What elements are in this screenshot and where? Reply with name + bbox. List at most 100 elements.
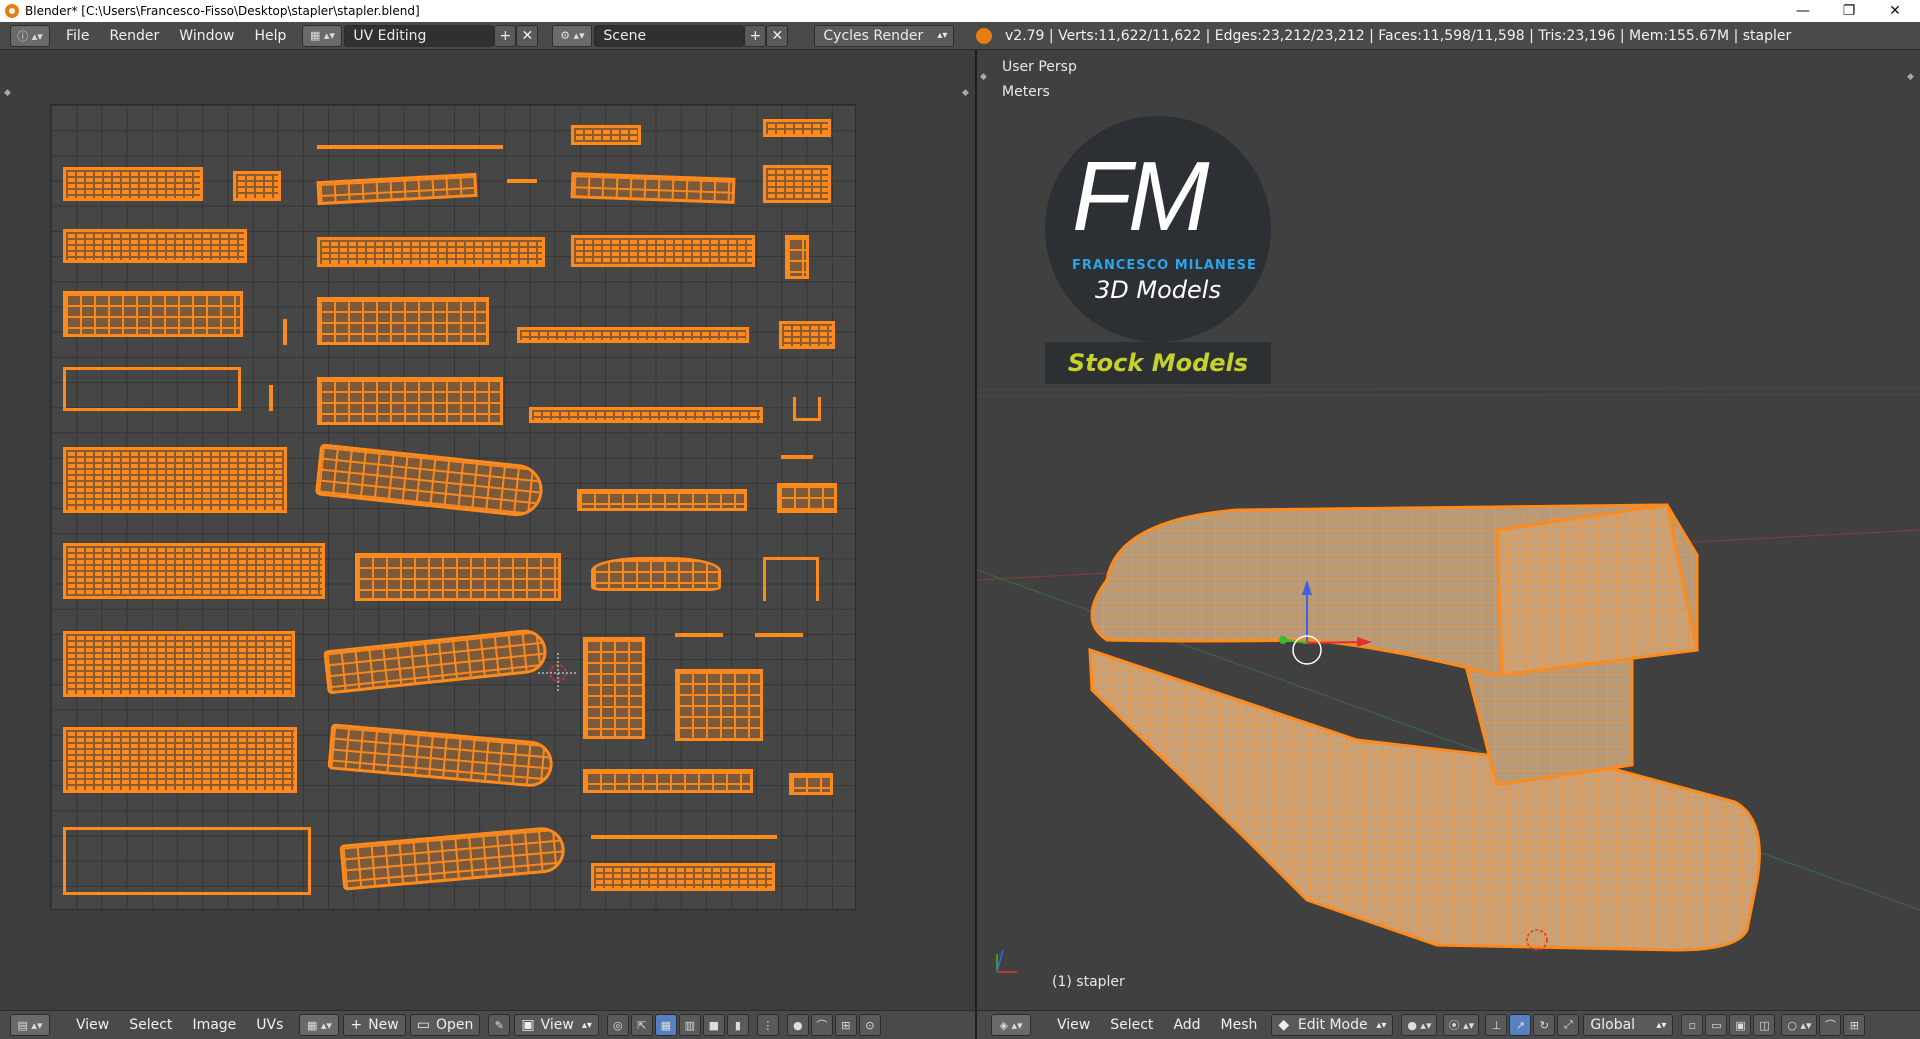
uv-island[interactable] xyxy=(507,179,537,183)
uv-island[interactable] xyxy=(314,443,546,519)
open-image-button[interactable]: ▭ Open xyxy=(409,1014,481,1036)
translate-manipulator-icon[interactable]: ↗ xyxy=(1509,1014,1532,1036)
uv-island[interactable] xyxy=(583,637,645,739)
uv-island[interactable] xyxy=(763,119,831,137)
uv-menu-select[interactable]: Select xyxy=(119,1017,182,1033)
uv-island[interactable] xyxy=(675,633,723,637)
uv-island[interactable] xyxy=(570,172,736,204)
uv-island[interactable] xyxy=(327,723,555,789)
uv-island[interactable] xyxy=(355,553,561,601)
scene-selector[interactable]: Scene xyxy=(594,24,745,47)
uv-island[interactable] xyxy=(675,669,763,741)
snap-element-icon[interactable]: ⊞ xyxy=(834,1014,857,1036)
edge-select-mode-icon[interactable]: ▭ xyxy=(1705,1014,1728,1036)
uv-island[interactable] xyxy=(233,171,281,201)
scene-browse-icon[interactable]: ⚙ ▴▾ xyxy=(552,24,593,47)
uv-image-editor[interactable]: ◆ ◆ xyxy=(0,50,975,1010)
uv-editor-type-icon[interactable]: ▤ ▴▾ xyxy=(10,1014,50,1036)
snap-toggle-icon[interactable]: ⌒ xyxy=(1819,1014,1842,1036)
view3d-menu-select[interactable]: Select xyxy=(1100,1017,1163,1033)
uv-island[interactable] xyxy=(781,455,813,459)
uv-island[interactable] xyxy=(316,172,478,206)
occlude-geometry-icon[interactable]: ◫ xyxy=(1753,1014,1776,1036)
layout-remove-icon[interactable]: ✕ xyxy=(516,24,539,47)
uv-island[interactable] xyxy=(571,125,641,145)
uv-island[interactable] xyxy=(63,727,297,793)
view3d-menu-view[interactable]: View xyxy=(1047,1017,1100,1033)
layout-browse-icon[interactable]: ▦ ▴▾ xyxy=(302,24,343,47)
uv-island[interactable] xyxy=(339,825,567,891)
proportional-editing-icon[interactable]: ○ ▴▾ xyxy=(1781,1014,1818,1036)
pivot-point-icon[interactable]: ⦿ ▴▾ xyxy=(1443,1014,1480,1036)
layout-add-icon[interactable]: + xyxy=(494,24,517,47)
2d-cursor-icon[interactable] xyxy=(538,653,578,693)
uv-island[interactable] xyxy=(763,165,831,203)
viewport-shading-icon[interactable]: ● ▴▾ xyxy=(1401,1014,1438,1036)
rotate-manipulator-icon[interactable]: ↻ xyxy=(1533,1014,1556,1036)
uv-island[interactable] xyxy=(793,397,821,421)
minimize-button[interactable]: — xyxy=(1780,0,1826,22)
interaction-mode-select[interactable]: ◆ Edit Mode ▴▾ xyxy=(1271,1014,1394,1036)
menu-render[interactable]: Render xyxy=(99,28,169,44)
uv-island[interactable] xyxy=(63,827,311,895)
uv-island[interactable] xyxy=(63,631,295,697)
uv-island[interactable] xyxy=(583,769,753,793)
uv-island[interactable] xyxy=(785,235,809,279)
info-editor-type-icon[interactable]: ⓘ ▴▾ xyxy=(10,24,50,47)
proportional-edit-icon[interactable]: ● xyxy=(786,1014,809,1036)
face-select-mode-icon[interactable]: ▣ xyxy=(1729,1014,1752,1036)
uv-island[interactable] xyxy=(789,773,833,795)
uv-island[interactable] xyxy=(63,229,247,263)
transform-orientation-select[interactable]: Global ▴▾ xyxy=(1583,1014,1674,1036)
uv-island[interactable] xyxy=(755,633,803,637)
uv-island[interactable] xyxy=(63,291,243,337)
uv-island[interactable] xyxy=(283,319,287,345)
close-window-button[interactable]: ✕ xyxy=(1872,0,1918,22)
mode-view-select[interactable]: ▣ View ▴▾ xyxy=(514,1014,599,1036)
scale-manipulator-icon[interactable]: ⤢ xyxy=(1557,1014,1580,1036)
uv-island[interactable] xyxy=(529,407,763,423)
uv-island[interactable] xyxy=(763,557,819,601)
pivot-icon[interactable]: ◎ xyxy=(606,1014,629,1036)
uv-menu-uvs[interactable]: UVs xyxy=(246,1017,293,1033)
stapler-mesh[interactable] xyxy=(977,50,1920,1010)
uv-island[interactable] xyxy=(63,543,325,599)
uv-island[interactable] xyxy=(317,297,489,345)
view3d-menu-add[interactable]: Add xyxy=(1163,1017,1210,1033)
uv-island[interactable] xyxy=(591,835,777,839)
uv-menu-extra-icon[interactable]: ⊙ xyxy=(858,1014,881,1036)
3d-viewport[interactable]: ◆ ◆ User Persp Meters FM FRANCESCO MILAN… xyxy=(977,50,1920,1010)
pin-icon[interactable]: ✎ xyxy=(488,1014,511,1036)
uv-island[interactable] xyxy=(777,483,837,513)
face-select-icon[interactable]: ■ xyxy=(702,1014,725,1036)
layout-selector[interactable]: UV Editing xyxy=(344,24,495,47)
manipulator-toggle-icon[interactable]: ⊥ xyxy=(1485,1014,1508,1036)
uv-island[interactable] xyxy=(317,237,545,267)
scene-remove-icon[interactable]: ✕ xyxy=(766,24,789,47)
vertex-select-mode-icon[interactable]: ▫ xyxy=(1681,1014,1704,1036)
render-engine-select[interactable]: Cycles Render ▴▾ xyxy=(814,24,955,47)
edge-select-icon[interactable]: ▥ xyxy=(678,1014,701,1036)
menu-window[interactable]: Window xyxy=(169,28,244,44)
uv-island[interactable] xyxy=(269,385,273,411)
uv-island[interactable] xyxy=(779,321,835,349)
uv-menu-image[interactable]: Image xyxy=(182,1017,246,1033)
uv-island[interactable] xyxy=(317,145,503,149)
uv-island[interactable] xyxy=(323,627,549,695)
vertex-select-icon[interactable]: ▦ xyxy=(654,1014,677,1036)
uv-island[interactable] xyxy=(571,235,755,267)
island-select-icon[interactable]: ▮ xyxy=(726,1014,749,1036)
uv-island[interactable] xyxy=(63,167,203,201)
uv-island[interactable] xyxy=(577,489,747,511)
snap-icon[interactable]: ⌒ xyxy=(810,1014,833,1036)
uv-island[interactable] xyxy=(317,377,503,425)
uv-island[interactable] xyxy=(63,367,241,411)
snap-target-icon[interactable]: ⊞ xyxy=(1843,1014,1866,1036)
uv-island[interactable] xyxy=(63,447,287,513)
uv-island[interactable] xyxy=(591,863,775,891)
scene-add-icon[interactable]: + xyxy=(744,24,767,47)
view3d-editor-type-icon[interactable]: ◈ ▴▾ xyxy=(991,1014,1031,1036)
right-panel-toggle-icon[interactable]: ◆ xyxy=(962,88,969,98)
uv-island[interactable] xyxy=(591,557,721,591)
uv-menu-view[interactable]: View xyxy=(66,1017,119,1033)
